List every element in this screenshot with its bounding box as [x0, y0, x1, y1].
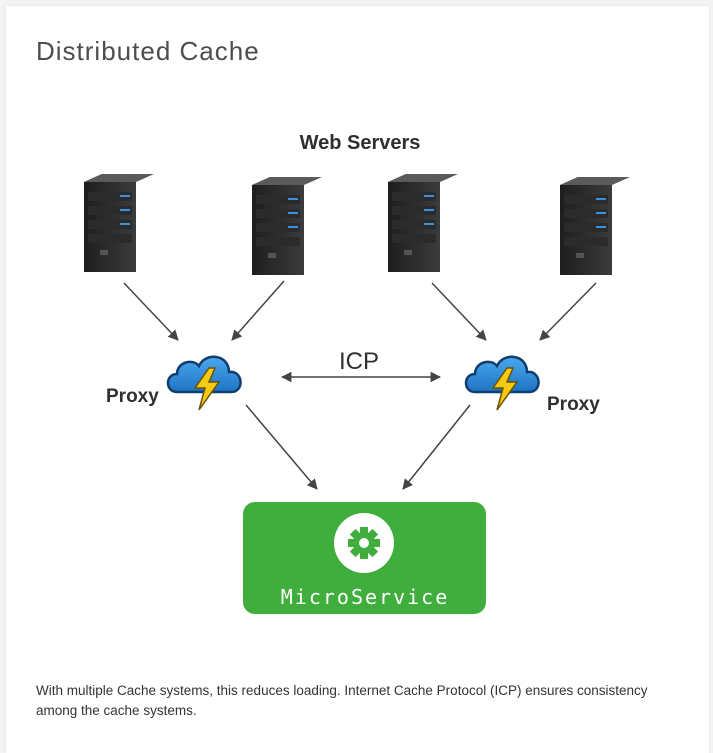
cloud-lightning-icon: [166, 355, 242, 412]
diagram-caption: With multiple Cache systems, this reduce…: [36, 683, 648, 718]
arrow-server3-to-right-proxy: [431, 282, 487, 341]
distributed-cache-diagram: Web Servers Proxy Proxy ICP MicroService: [84, 132, 630, 614]
arrow-right-proxy-to-service: [402, 404, 471, 490]
server-tower-icon: [84, 174, 154, 272]
gear-icon: [334, 513, 394, 573]
icp-label: ICP: [339, 348, 379, 375]
server-tower-icon: [252, 177, 322, 275]
server-tower-icon: [560, 177, 630, 275]
server-tower-icon: [388, 174, 458, 272]
arrow-left-proxy-to-service: [245, 404, 318, 490]
arrow-server4-to-right-proxy: [539, 282, 597, 341]
arrow-server2-to-left-proxy: [231, 280, 285, 341]
cloud-lightning-icon: [464, 355, 540, 412]
proxy-right-label: Proxy: [547, 394, 600, 415]
web-servers-label: Web Servers: [300, 132, 421, 154]
microservice-label: MicroService: [281, 585, 450, 609]
proxy-left-label: Proxy: [106, 386, 159, 407]
arrow-server1-to-left-proxy: [123, 282, 179, 341]
